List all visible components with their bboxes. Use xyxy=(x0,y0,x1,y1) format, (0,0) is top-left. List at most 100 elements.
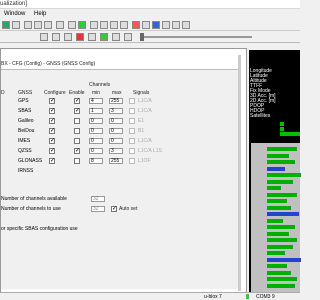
satellite-signal-bar xyxy=(267,277,297,281)
connect-icon[interactable] xyxy=(56,21,64,29)
configure-checkbox[interactable] xyxy=(49,137,55,144)
toolbar-playback xyxy=(0,31,300,43)
configure-checkbox[interactable] xyxy=(49,127,55,134)
step-back-icon[interactable] xyxy=(88,33,96,41)
monitor-icon[interactable] xyxy=(172,21,180,29)
configure-checkbox[interactable] xyxy=(49,147,55,154)
ruler-icon[interactable] xyxy=(90,21,98,29)
sbas-note: or specific SBAS configuration use xyxy=(1,226,78,232)
enable-checkbox[interactable] xyxy=(74,147,80,154)
satellite-signal-bar xyxy=(267,205,291,210)
settings-icon[interactable] xyxy=(182,21,190,29)
pause-icon[interactable] xyxy=(52,33,60,41)
signal-label: E1 xyxy=(138,118,145,124)
channels-max-field[interactable]: 255 xyxy=(109,158,123,164)
enable-checkbox[interactable] xyxy=(74,107,80,114)
header-channels: Channels xyxy=(89,82,111,88)
sky-icon[interactable] xyxy=(152,21,160,29)
signal-checkbox[interactable] xyxy=(129,108,135,114)
fast-forward-icon[interactable] xyxy=(124,33,132,41)
menu-help[interactable]: Help xyxy=(34,11,46,17)
channels-min-field[interactable]: 8 xyxy=(89,158,103,164)
enable-checkbox[interactable] xyxy=(74,158,80,164)
connection-icon xyxy=(246,294,249,299)
channels-max-field[interactable]: 3 xyxy=(109,108,123,114)
header-max: max xyxy=(112,90,122,96)
channels-max-field[interactable]: 0 xyxy=(109,138,123,144)
stop-playback-icon[interactable] xyxy=(64,33,72,41)
config-scrollbar[interactable] xyxy=(238,55,241,291)
satellite-signal-bar xyxy=(267,218,283,223)
header-gnss-prefix: D xyxy=(1,90,5,96)
device-label: u-blox 7 xyxy=(204,294,222,300)
satellite-signal-bar xyxy=(267,238,297,242)
signal-checkbox[interactable] xyxy=(129,148,135,154)
auto-set-checkbox[interactable] xyxy=(111,205,117,212)
channels-min-field[interactable]: 0 xyxy=(89,118,103,124)
satellite-signal-bar xyxy=(267,186,281,190)
satellite-level-panel xyxy=(251,143,301,293)
signal-label: B1 xyxy=(138,128,145,134)
gnss-name: IRNSS xyxy=(18,168,34,174)
step-forward-icon[interactable] xyxy=(112,33,120,41)
play-playback-icon[interactable] xyxy=(100,33,108,41)
channels-min-field[interactable]: 1 xyxy=(89,108,103,114)
channels-max-field[interactable]: 0 xyxy=(109,128,123,134)
channels-max-field[interactable]: 3 xyxy=(109,148,123,154)
gnss-name: IMES xyxy=(18,138,31,144)
globe-icon[interactable] xyxy=(142,21,150,29)
satellite-signal-bar xyxy=(267,283,295,288)
enable-checkbox[interactable] xyxy=(74,97,80,104)
save-icon[interactable] xyxy=(34,21,42,29)
satellite-signal-bar xyxy=(267,270,291,275)
channels-max-field[interactable]: 0 xyxy=(109,118,123,124)
signal-checkbox[interactable] xyxy=(129,98,135,104)
playback-slider-handle[interactable] xyxy=(140,33,144,41)
grid-icon[interactable] xyxy=(12,21,20,29)
satellite-signal-bar xyxy=(267,166,285,171)
signal-checkbox[interactable] xyxy=(129,128,135,134)
signal-checkbox[interactable] xyxy=(129,138,135,144)
configure-checkbox[interactable] xyxy=(49,97,55,104)
stop-icon[interactable] xyxy=(68,21,76,29)
enable-checkbox[interactable] xyxy=(74,138,80,144)
gnss-name: GLONASS xyxy=(18,158,43,164)
channels-available-field: 32 xyxy=(91,196,105,202)
playback-slider[interactable] xyxy=(142,36,252,38)
channels-min-field[interactable]: 0 xyxy=(89,148,103,154)
channels-min-field[interactable]: 0 xyxy=(89,128,103,134)
open-icon[interactable] xyxy=(24,21,32,29)
enable-checkbox[interactable] xyxy=(74,128,80,134)
channels-use-field[interactable]: 32 xyxy=(91,206,105,212)
error-icon[interactable] xyxy=(132,21,140,29)
chart-icon[interactable] xyxy=(100,21,108,29)
header-min: min xyxy=(92,90,101,96)
play-icon[interactable] xyxy=(78,21,86,29)
enable-checkbox[interactable] xyxy=(74,118,80,124)
signal-checkbox[interactable] xyxy=(129,118,135,124)
signal-checkbox[interactable] xyxy=(129,158,135,164)
channels-max-field[interactable]: 255 xyxy=(109,98,123,104)
table-icon[interactable] xyxy=(162,21,170,29)
record-playback-icon[interactable] xyxy=(76,33,84,41)
configure-checkbox[interactable] xyxy=(49,157,55,164)
flag-icon[interactable] xyxy=(120,21,128,29)
gnss-name: GPS xyxy=(18,98,29,104)
signal-label: L1C/A L1S xyxy=(138,148,162,154)
rewind-icon[interactable] xyxy=(40,33,48,41)
menu-bar: Window Help xyxy=(0,9,300,19)
window-title: ualization] xyxy=(0,1,28,7)
config-title: BX - CFG (Config) - GNSS (GNSS Config) xyxy=(1,61,96,67)
signal-label: L1C/A xyxy=(138,138,152,144)
satellite-signal-bar xyxy=(267,225,295,229)
layout-icon[interactable] xyxy=(2,21,10,29)
auto-set-label: Auto set xyxy=(119,206,138,212)
channels-min-field[interactable]: 0 xyxy=(89,138,103,144)
map-icon[interactable] xyxy=(110,21,118,29)
channels-min-field[interactable]: 4 xyxy=(89,98,103,104)
configure-checkbox[interactable] xyxy=(49,117,55,124)
record-icon[interactable] xyxy=(44,21,52,29)
configure-checkbox[interactable] xyxy=(49,107,55,114)
menu-window[interactable]: Window xyxy=(4,11,25,17)
satellite-signal-bar xyxy=(267,264,287,268)
